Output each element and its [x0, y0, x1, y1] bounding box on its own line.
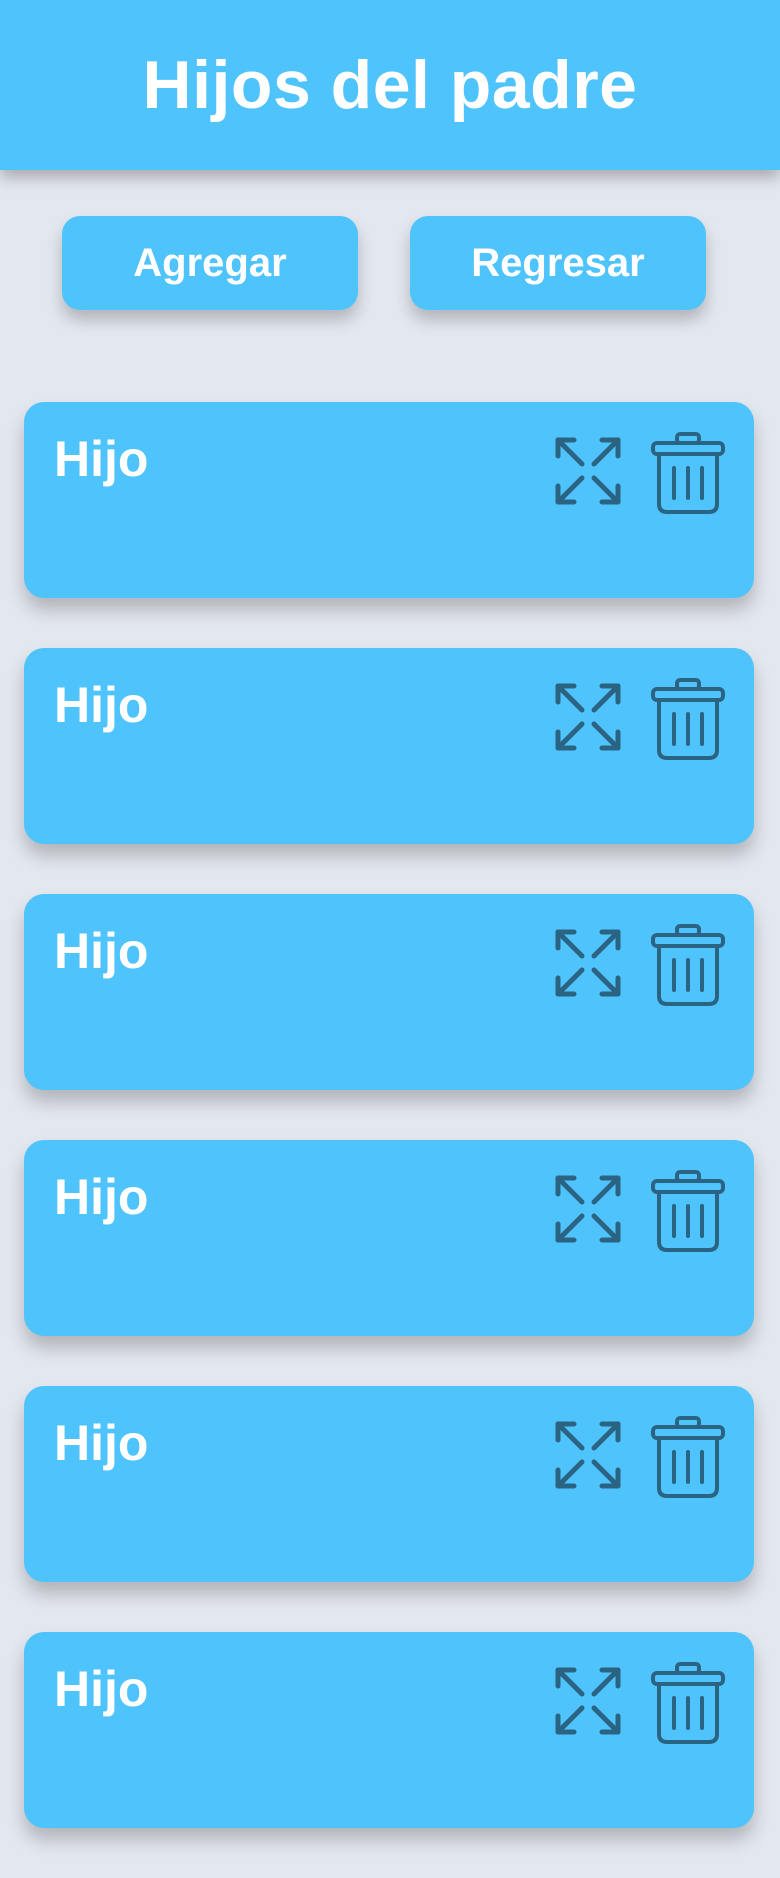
child-card[interactable]: Hijo [24, 1386, 754, 1582]
expand-icon[interactable] [554, 1666, 622, 1736]
child-title: Hijo [54, 1661, 149, 1717]
child-title: Hijo [54, 1415, 149, 1471]
child-card[interactable]: Hijo [24, 1140, 754, 1336]
page-title: Hijos del padre [142, 47, 638, 123]
child-title: Hijo [54, 923, 149, 979]
back-button[interactable]: Regresar [410, 216, 706, 310]
trash-icon[interactable] [650, 1416, 726, 1498]
action-bar: Agregar Regresar [0, 216, 780, 310]
child-card[interactable]: Hijo [24, 894, 754, 1090]
child-card[interactable]: Hijo [24, 1632, 754, 1828]
trash-icon[interactable] [650, 924, 726, 1006]
trash-icon[interactable] [650, 1662, 726, 1744]
add-button[interactable]: Agregar [62, 216, 358, 310]
child-title: Hijo [54, 677, 149, 733]
expand-icon[interactable] [554, 436, 622, 506]
trash-icon[interactable] [650, 678, 726, 760]
child-title: Hijo [54, 1169, 149, 1225]
expand-icon[interactable] [554, 1174, 622, 1244]
expand-icon[interactable] [554, 928, 622, 998]
expand-icon[interactable] [554, 682, 622, 752]
child-card[interactable]: Hijo [24, 402, 754, 598]
children-list: Hijo Hijo Hijo Hijo Hijo Hijo [24, 402, 754, 1878]
child-card[interactable]: Hijo [24, 648, 754, 844]
trash-icon[interactable] [650, 432, 726, 514]
app-header: Hijos del padre [0, 0, 780, 170]
trash-icon[interactable] [650, 1170, 726, 1252]
child-title: Hijo [54, 431, 149, 487]
expand-icon[interactable] [554, 1420, 622, 1490]
